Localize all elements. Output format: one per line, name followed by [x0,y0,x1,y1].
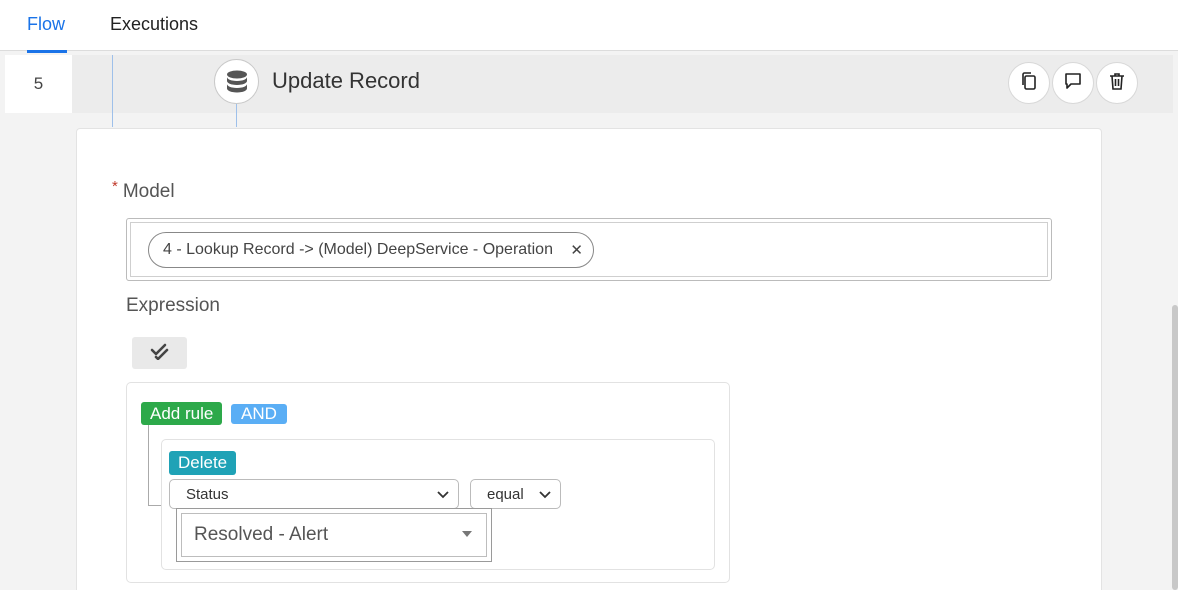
close-icon[interactable]: ✕ [570,241,583,259]
copy-step-button[interactable] [1008,62,1050,104]
model-chip-label: 4 - Lookup Record -> (Model) DeepService… [163,241,553,258]
model-label-text: Model [122,181,175,202]
comment-step-button[interactable] [1052,62,1094,104]
operator-select[interactable]: equal [470,479,561,509]
comment-icon [1063,71,1083,96]
model-label: * Model [112,178,175,203]
model-chip: 4 - Lookup Record -> (Model) DeepService… [148,232,594,268]
step-title: Update Record [272,68,420,93]
database-icon [214,59,259,104]
delete-step-button[interactable] [1096,62,1138,104]
flow-connector-line [236,101,237,127]
step-header: 5 Update Record [5,55,1173,127]
trash-icon [1107,71,1127,96]
value-select-text: Resolved - Alert [194,524,329,545]
field-select-value: Status [186,485,229,503]
tab-executions[interactable]: Executions [110,14,198,35]
delete-rule-button[interactable]: Delete [169,451,237,475]
chevron-down-icon [436,487,450,505]
active-tab-indicator [27,50,67,53]
value-select[interactable]: Resolved - Alert [176,508,492,562]
double-check-icon [150,342,170,365]
tab-bar: Flow Executions [0,0,1178,53]
required-mark: * [112,178,118,195]
expression-label: Expression [126,295,220,316]
copy-icon [1019,71,1039,96]
scrollbar[interactable] [1172,305,1178,590]
and-condition-toggle[interactable]: AND [231,404,287,424]
add-rule-button[interactable]: Add rule [141,402,223,425]
operator-select-value: equal [487,485,524,503]
step-number: 5 [5,55,72,113]
rule-tree-line [148,424,162,506]
value-select-inner: Resolved - Alert [181,513,487,557]
flow-connector-line [112,55,113,127]
tab-flow[interactable]: Flow [27,14,65,35]
field-select[interactable]: Status [169,479,459,509]
validate-expression-button[interactable] [132,337,187,369]
caret-down-icon [462,531,472,537]
chevron-down-icon [538,487,552,505]
